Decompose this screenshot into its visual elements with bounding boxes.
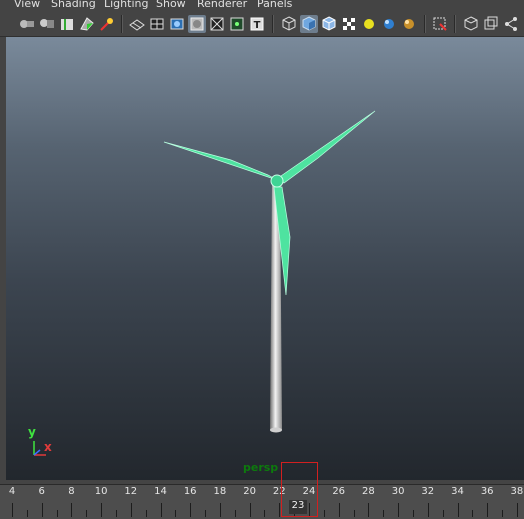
menu-view[interactable]: View xyxy=(14,0,40,10)
field-chart-icon[interactable] xyxy=(228,15,246,33)
time-slider-tick xyxy=(12,503,13,517)
time-slider-tick-label: 12 xyxy=(124,486,138,497)
time-slider-tick xyxy=(264,510,266,517)
xray-joints-icon[interactable] xyxy=(482,15,500,33)
time-slider-tick xyxy=(412,510,414,517)
resolution-gate-icon[interactable] xyxy=(188,15,206,33)
ambient-occlusion-icon[interactable] xyxy=(400,15,418,33)
time-slider-tick-label: 28 xyxy=(362,486,375,497)
gate-mask-icon[interactable] xyxy=(208,15,226,33)
time-slider-tick-label: 20 xyxy=(243,486,256,497)
time-slider-tick xyxy=(160,503,162,517)
two-d-pan-zoom-icon[interactable] xyxy=(98,15,116,33)
toolbar-separator xyxy=(272,15,274,33)
time-slider-tick xyxy=(234,510,236,517)
camera-attributes-icon[interactable] xyxy=(38,15,56,33)
film-gate-icon[interactable] xyxy=(168,15,186,33)
toolbar-separator xyxy=(121,15,123,33)
time-slider-tick xyxy=(175,510,177,517)
toolbar-separator xyxy=(424,15,426,33)
time-slider[interactable]: 4 6 8 10 12 14 16 18 20 22 24 26 28 30 32 34 36 38 xyxy=(0,484,524,519)
time-slider-tick xyxy=(427,503,429,517)
time-slider-tick xyxy=(516,503,518,517)
time-slider-tick-label: 16 xyxy=(183,486,197,497)
time-slider-tick xyxy=(487,503,489,517)
time-slider-tick xyxy=(41,503,43,517)
turbine-hub xyxy=(270,174,284,188)
time-slider-tick xyxy=(383,510,385,517)
menu-panels[interactable]: Panels xyxy=(257,0,292,10)
axis-y-label: y xyxy=(28,425,36,439)
camera-name-label: persp xyxy=(243,461,279,474)
smooth-shade-icon[interactable] xyxy=(300,15,318,33)
xray-active-icon[interactable] xyxy=(502,15,520,33)
menu-lighting[interactable]: Lighting xyxy=(104,0,148,10)
perspective-viewport[interactable]: y x persp xyxy=(6,37,524,480)
time-slider-tick-label: 26 xyxy=(332,486,346,497)
use-default-light-icon[interactable] xyxy=(360,15,378,33)
time-slider-tick xyxy=(115,510,117,517)
bookmark-icon[interactable] xyxy=(58,15,76,33)
time-slider-tick xyxy=(86,510,88,517)
time-slider-tick xyxy=(56,510,58,517)
shadows-icon[interactable] xyxy=(380,15,398,33)
wireframe-on-shaded-icon[interactable] xyxy=(320,15,338,33)
time-slider-tick xyxy=(442,510,444,517)
time-slider-tick xyxy=(323,510,325,517)
time-slider-tick xyxy=(338,503,340,517)
panel-menu-bar: View Shading Lighting Show Renderer Pane… xyxy=(0,0,524,12)
wind-turbine-model[interactable] xyxy=(6,37,524,480)
menu-show[interactable]: Show xyxy=(156,0,186,10)
time-slider-tick xyxy=(353,510,355,517)
time-slider-tick-label: 34 xyxy=(451,486,464,497)
time-slider-tick-label: 14 xyxy=(154,486,167,497)
time-slider-tick xyxy=(145,510,147,517)
svg-text:T: T xyxy=(254,20,261,31)
time-slider-tick xyxy=(249,503,251,517)
time-slider-tick xyxy=(219,503,221,517)
current-frame-number: 23 xyxy=(291,500,305,511)
time-slider-tick xyxy=(71,503,73,517)
time-slider-tick xyxy=(472,510,474,517)
time-slider-tick xyxy=(101,503,103,517)
time-slider-tick xyxy=(205,510,207,517)
time-slider-tick xyxy=(398,503,400,517)
turbine-tower-base xyxy=(270,427,282,433)
time-slider-tick-label: 8 xyxy=(68,486,75,497)
time-slider-tick xyxy=(502,510,504,517)
wireframe-icon[interactable] xyxy=(128,15,146,33)
time-slider-tick-label: 18 xyxy=(213,486,227,497)
time-slider-tick-label: 38 xyxy=(510,486,524,497)
turbine-blade-right xyxy=(277,110,376,184)
grid-icon[interactable] xyxy=(148,15,166,33)
time-slider-tick-label: 36 xyxy=(480,486,494,497)
time-slider-tick xyxy=(190,503,192,517)
safe-title-icon[interactable]: T xyxy=(248,15,266,33)
xray-icon[interactable] xyxy=(462,15,480,33)
time-slider-tick-label: 4 xyxy=(8,486,16,497)
panel-toolbar: T xyxy=(0,12,524,37)
isolate-select-icon[interactable] xyxy=(431,15,449,33)
image-plane-icon[interactable] xyxy=(78,15,96,33)
time-slider-tick xyxy=(130,503,132,517)
textured-icon[interactable] xyxy=(340,15,358,33)
turbine-blade-left xyxy=(163,141,278,181)
time-slider-tick xyxy=(26,510,28,517)
time-slider-tick-label: 32 xyxy=(421,486,435,497)
time-slider-tick xyxy=(368,503,370,517)
view-axis-icon xyxy=(33,441,46,456)
select-camera-icon[interactable] xyxy=(18,15,36,33)
time-slider-tick xyxy=(457,503,459,517)
menu-shading[interactable]: Shading xyxy=(51,0,96,10)
time-slider-tick-label: 10 xyxy=(94,486,108,497)
time-slider-tick-label: 30 xyxy=(391,486,405,497)
wireframe-cube-icon[interactable] xyxy=(280,15,298,33)
time-slider-tick-label: 6 xyxy=(38,486,45,497)
toolbar-separator xyxy=(454,15,456,33)
menu-renderer[interactable]: Renderer xyxy=(197,0,247,10)
